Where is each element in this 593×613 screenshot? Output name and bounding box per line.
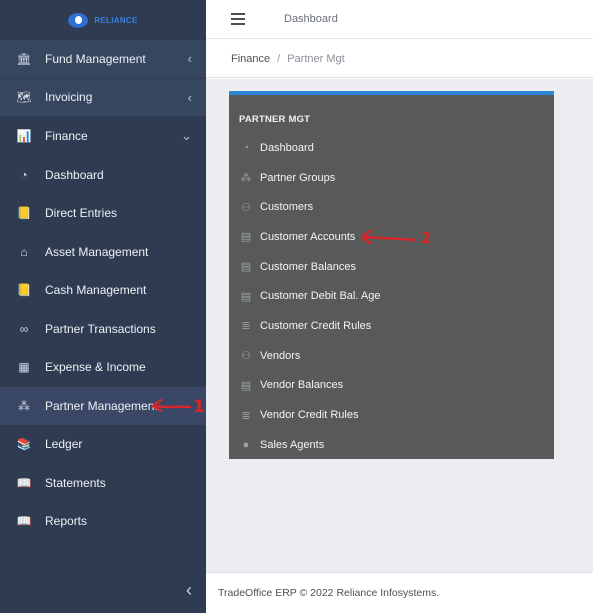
sidebar-item-label: Cash Management [45, 283, 147, 298]
page-title: Dashboard [284, 13, 338, 25]
aging-icon: ▤ [240, 290, 252, 303]
panel-item-label: Vendor Credit Rules [260, 409, 359, 422]
bank-icon: 🏛 [16, 51, 32, 66]
cash-icon: 📒 [16, 283, 32, 298]
footer-copyright: TradeOffice ERP © 2022 Reliance Infosyst… [218, 587, 440, 599]
rules-icon: ≣ [241, 320, 251, 333]
chevron-left-icon: ‹ [187, 51, 192, 67]
top-bar: Dashboard [206, 0, 593, 39]
vendors-icon: ⚇ [241, 350, 251, 363]
annotation-label-1: 1 [193, 397, 205, 417]
sidebar-item-fund-management[interactable]: 🏛 Fund Management ‹ [0, 40, 206, 79]
sidebar-item-direct-entries[interactable]: 📒 Direct Entries [0, 194, 206, 233]
panel-item-label: Vendors [260, 349, 301, 362]
sidebar-item-statements[interactable]: 📖 Statements [0, 464, 206, 503]
panel-item-customers[interactable]: ⚇ Customers [239, 192, 544, 222]
sidebar-item-cash-management[interactable]: 📒 Cash Management [0, 271, 206, 310]
chart-icon: 📊 [16, 129, 32, 144]
customers-icon: ⚇ [241, 201, 251, 214]
breadcrumb: Finance / Partner Mgt [206, 40, 593, 78]
calculator-icon: ▦ [18, 360, 30, 375]
annotation-label-2: 2 [421, 229, 432, 247]
sidebar-item-partner-transactions[interactable]: ∞ Partner Transactions [0, 310, 206, 349]
sidebar-item-finance[interactable]: 📊 Finance ⌄ [0, 117, 206, 156]
annotation-arrow-2 [360, 229, 417, 245]
sidebar-item-label: Expense & Income [45, 360, 146, 375]
panel-item-label: Customer Balances [260, 260, 356, 273]
ledger-icon: 📚 [16, 437, 32, 452]
panel-item-customer-credit-rules[interactable]: ≣ Customer Credit Rules [239, 311, 544, 341]
sidebar-item-invoicing[interactable]: 🗺 Invoicing ‹ [0, 78, 206, 117]
link-icon: ∞ [19, 321, 29, 336]
panel-item-label: Partner Groups [260, 171, 336, 184]
sidebar-item-label: Statements [45, 475, 106, 490]
gauge-icon: ◔ [20, 167, 28, 182]
panel-item-sales-agents[interactable]: ● Sales Agents [239, 430, 544, 460]
breadcrumb-finance-link[interactable]: Finance [231, 53, 270, 65]
main-content: PARTNER MGT ◔ Dashboard ⁂ Partner Groups… [206, 79, 593, 572]
sidebar-item-asset-management[interactable]: ⌂ Asset Management [0, 233, 206, 272]
panel-item-label: Customer Credit Rules [260, 319, 372, 332]
balance-icon: ▤ [240, 379, 252, 392]
panel-item-dashboard[interactable]: ◔ Dashboard [239, 133, 544, 163]
journal-icon: 📒 [16, 206, 32, 221]
logo[interactable]: RELIANCE [0, 0, 206, 40]
hamburger-menu-icon[interactable] [231, 13, 245, 25]
sidebar: RELIANCE 🏛 Fund Management ‹ 🗺 Invoicing… [0, 0, 206, 613]
collapse-sidebar-button[interactable]: ‹ [186, 580, 192, 601]
gauge-icon: ◔ [242, 141, 250, 154]
panel-item-label: Customer Debit Bal. Age [260, 290, 381, 303]
agent-icon: ● [242, 438, 250, 451]
balance-icon: ▤ [240, 261, 252, 274]
book-icon: 📖 [16, 514, 32, 529]
sidebar-item-label: Invoicing [45, 90, 93, 105]
sidebar-item-label: Direct Entries [45, 206, 118, 221]
logo-text: RELIANCE [94, 15, 138, 25]
sidebar-item-expense-income[interactable]: ▦ Expense & Income [0, 348, 206, 387]
breadcrumb-separator: / [277, 52, 281, 65]
chevron-left-icon: ‹ [187, 89, 192, 105]
panel-item-label: Customers [260, 201, 314, 214]
panel-item-label: Customer Accounts [260, 230, 356, 243]
panel-item-partner-groups[interactable]: ⁂ Partner Groups [239, 163, 544, 193]
sidebar-item-label: Asset Management [45, 244, 149, 259]
group-icon: ⁂ [240, 172, 252, 185]
panel-item-label: Dashboard [260, 141, 314, 154]
chevron-down-icon: ⌄ [181, 128, 192, 144]
panel-item-vendor-credit-rules[interactable]: ≣ Vendor Credit Rules [239, 400, 544, 430]
sidebar-item-label: Partner Transactions [45, 321, 156, 336]
sidebar-item-label: Ledger [45, 437, 83, 452]
panel-item-label: Vendor Balances [260, 379, 344, 392]
house-icon: ⌂ [20, 244, 28, 259]
people-icon: ⁂ [18, 398, 30, 413]
panel-item-vendor-balances[interactable]: ▤ Vendor Balances [239, 371, 544, 401]
sidebar-item-label: Fund Management [45, 51, 146, 66]
partner-mgt-panel: PARTNER MGT ◔ Dashboard ⁂ Partner Groups… [229, 91, 554, 459]
sidebar-item-reports[interactable]: 📖 Reports [0, 502, 206, 541]
breadcrumb-current: Partner Mgt [287, 52, 345, 65]
panel-item-vendors[interactable]: ⚇ Vendors [239, 341, 544, 371]
panel-item-customer-debit-bal-age[interactable]: ▤ Customer Debit Bal. Age [239, 281, 544, 311]
sidebar-item-dashboard[interactable]: ◔ Dashboard [0, 156, 206, 195]
rules-icon: ≣ [241, 409, 251, 422]
panel-menu: ◔ Dashboard ⁂ Partner Groups ⚇ Customers… [239, 133, 544, 460]
sidebar-item-label: Dashboard [45, 167, 104, 182]
account-icon: ▤ [240, 231, 252, 244]
map-icon: 🗺 [16, 90, 32, 105]
sidebar-item-label: Reports [45, 514, 88, 529]
logo-icon [68, 12, 89, 28]
panel-item-customer-balances[interactable]: ▤ Customer Balances [239, 252, 544, 282]
panel-heading: PARTNER MGT [239, 114, 311, 125]
sidebar-menu: 🏛 Fund Management ‹ 🗺 Invoicing ‹ 📊 Fina… [0, 40, 206, 541]
book-icon: 📖 [16, 475, 32, 490]
sidebar-item-ledger[interactable]: 📚 Ledger [0, 425, 206, 464]
annotation-arrow-1 [151, 398, 192, 413]
footer: TradeOffice ERP © 2022 Reliance Infosyst… [206, 572, 593, 613]
panel-item-label: Sales Agents [260, 438, 325, 451]
